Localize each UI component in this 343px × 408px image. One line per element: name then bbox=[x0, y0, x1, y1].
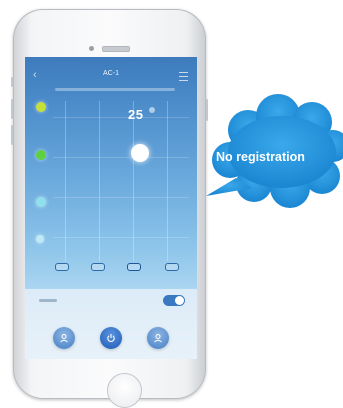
speech-bubble bbox=[206, 94, 343, 208]
callout-text: No registration bbox=[216, 150, 305, 164]
